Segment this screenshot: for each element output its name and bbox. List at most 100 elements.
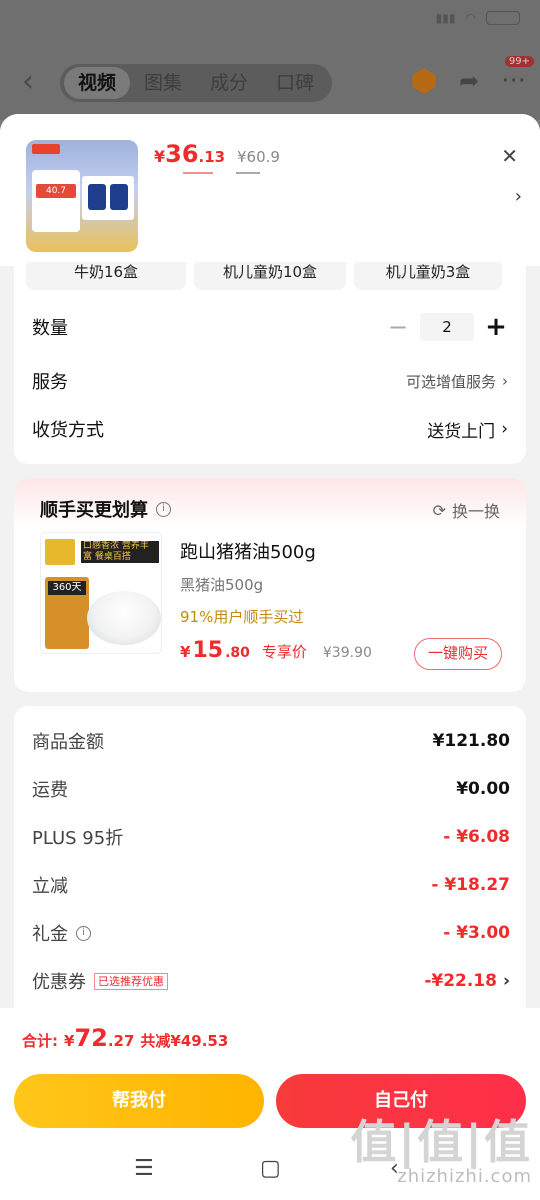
refresh-label: 换一换 <box>451 502 500 521</box>
help-pay-button[interactable]: 帮我付 <box>14 1074 264 1128</box>
addon-title-text: 顺手买更划算 <box>40 500 148 521</box>
refresh-button[interactable]: ⟳ 换一换 <box>433 498 500 522</box>
price-symbol: ¥ <box>154 147 166 166</box>
info-icon[interactable]: i <box>156 501 171 517</box>
summary-value: - ¥3.00 <box>443 923 510 943</box>
original-price-underline <box>236 172 260 174</box>
quantity-label: 数量 <box>32 318 68 339</box>
total-integer: 72 <box>74 1024 108 1052</box>
tab-gallery[interactable]: 图集 <box>130 67 196 99</box>
variant-option-2[interactable]: 机儿童奶10盒 <box>194 262 346 290</box>
refresh-icon: ⟳ <box>432 500 446 520</box>
lard-bowl-image <box>87 591 161 645</box>
addon-price-integer: 15 <box>192 638 224 663</box>
chevron-right-icon: › <box>502 971 510 991</box>
share-icon[interactable]: ➦ <box>459 67 479 95</box>
summary-label: 立减 <box>32 876 68 897</box>
price-decimal: .13 <box>198 148 226 166</box>
brand-logo <box>32 144 60 154</box>
addon-product-image[interactable]: 口感香浓 营养丰富 餐桌百搭 360天 <box>40 532 162 654</box>
coupon-label-text: 优惠券 <box>32 972 86 993</box>
addon-price-decimal: .80 <box>225 645 250 661</box>
summary-row-plus: PLUS 95折 - ¥6.08 <box>32 822 510 852</box>
summary-row-gift: 礼金 i - ¥3.00 <box>32 918 510 948</box>
watermark-url: zhizhizhi.com <box>397 1166 532 1187</box>
summary-value: ¥121.80 <box>432 731 510 751</box>
wifi-icon: ◠ <box>465 11 476 25</box>
summary-label: 运费 <box>32 780 68 801</box>
status-bar: ▮▮▮ ◠ <box>436 8 520 28</box>
delivery-value-text: 送货上门 <box>427 421 496 442</box>
coupon-value-text: -¥22.18 <box>424 971 497 991</box>
home-icon[interactable]: ▢ <box>260 1156 281 1181</box>
image-slogan: 口感香浓 营养丰富 餐桌百搭 <box>81 541 159 563</box>
addon-product-spec: 黑猪油500g <box>180 576 264 594</box>
summary-label: 礼金 i <box>32 920 91 946</box>
summary-label: PLUS 95折 <box>32 828 124 849</box>
summary-value: - ¥6.08 <box>443 827 510 847</box>
delivery-row[interactable]: 收货方式 送货上门 › <box>32 412 508 446</box>
header-actions: ➦ ··· 99+ <box>411 56 534 96</box>
summary-label: 优惠券 已选推荐优惠 <box>32 968 168 994</box>
price-integer: 36 <box>165 140 199 168</box>
plus-icon[interactable]: + <box>484 312 508 342</box>
addon-price-symbol: ¥ <box>180 643 191 661</box>
options-card: 牛奶16盒 机儿童奶10盒 机儿童奶3盒 数量 − 2 + 服务 可选增值服务 ›… <box>14 262 526 464</box>
total-saved: 共减¥49.53 <box>140 1032 229 1050</box>
back-icon[interactable]: ‹ <box>22 67 50 97</box>
quantity-input[interactable]: 2 <box>420 313 474 341</box>
image-days: 360天 <box>48 581 86 595</box>
gift-label-text: 礼金 <box>32 924 68 945</box>
summary-value: ¥0.00 <box>456 779 510 799</box>
thumb-price-card: 40.7 <box>32 170 80 232</box>
chevron-right-icon: › <box>501 419 508 439</box>
battery-icon <box>486 11 520 25</box>
total-decimal: .27 <box>107 1032 135 1050</box>
addon-product-stat: 91%用户顺手买过 <box>180 608 304 626</box>
tab-reviews[interactable]: 口碑 <box>262 67 328 99</box>
delivery-label: 收货方式 <box>32 420 104 441</box>
menu-icon[interactable]: ☰ <box>134 1156 154 1181</box>
watermark-logo: 值|值|值 <box>350 1115 532 1169</box>
brand-badge <box>45 539 75 565</box>
watermark: 值|值|值 zhizhizhi.com <box>350 1118 532 1187</box>
image-panel: 360天 <box>45 577 89 649</box>
total-label: 合计: <box>22 1032 58 1050</box>
purchase-sheet: 40.7 ¥36.13 ¥60.9 ✕ › 牛奶16盒 机儿童奶10盒 机儿童奶… <box>0 114 540 1200</box>
media-tabs: 视频 图集 成分 口碑 <box>60 64 333 102</box>
product-header: 40.7 ¥36.13 ¥60.9 ✕ › <box>0 114 540 266</box>
more-icon[interactable]: ··· 99+ <box>501 56 534 96</box>
tab-ingredients[interactable]: 成分 <box>196 67 262 99</box>
price-summary-card: 商品金额 ¥121.80 运费 ¥0.00 PLUS 95折 - ¥6.08 立… <box>14 706 526 1016</box>
total-symbol: ¥ <box>64 1032 75 1050</box>
summary-row-goods: 商品金额 ¥121.80 <box>32 726 510 756</box>
addon-product-name[interactable]: 跑山猪猪油500g <box>180 538 316 564</box>
tab-video[interactable]: 视频 <box>64 67 131 99</box>
info-icon[interactable]: i <box>76 925 91 941</box>
milk-boxes-image <box>82 176 134 220</box>
summary-value: - ¥18.27 <box>431 875 510 895</box>
price-divider <box>183 172 213 174</box>
store-icon[interactable] <box>412 68 436 94</box>
service-row[interactable]: 服务 可选增值服务 › <box>32 364 508 398</box>
chevron-right-icon: › <box>502 372 508 390</box>
original-price: ¥60.9 <box>237 148 280 166</box>
variant-option-3[interactable]: 机儿童奶3盒 <box>354 262 502 290</box>
addon-price-tag: 专享价 <box>261 643 307 661</box>
summary-row-shipping: 运费 ¥0.00 <box>32 774 510 804</box>
variant-option-1[interactable]: 牛奶16盒 <box>26 262 186 290</box>
cart-badge: 99+ <box>504 56 534 67</box>
addon-product-price: ¥15.80 专享价 ¥39.90 <box>180 638 372 663</box>
one-click-buy-button[interactable]: 一键购买 <box>414 638 502 670</box>
minus-icon[interactable]: − <box>386 313 410 341</box>
addon-title: 顺手买更划算 i <box>40 496 171 522</box>
close-icon[interactable]: ✕ <box>501 144 518 168</box>
chevron-right-icon[interactable]: › <box>515 186 522 207</box>
summary-row-coupon[interactable]: 优惠券 已选推荐优惠 -¥22.18 › <box>32 966 510 996</box>
coupon-tag: 已选推荐优惠 <box>94 972 168 990</box>
summary-label: 商品金额 <box>32 732 104 753</box>
summary-row-discount: 立减 - ¥18.27 <box>32 870 510 900</box>
summary-value: -¥22.18 › <box>424 971 510 991</box>
thumb-price-tag: 40.7 <box>36 184 76 198</box>
product-thumbnail[interactable]: 40.7 <box>26 140 138 252</box>
